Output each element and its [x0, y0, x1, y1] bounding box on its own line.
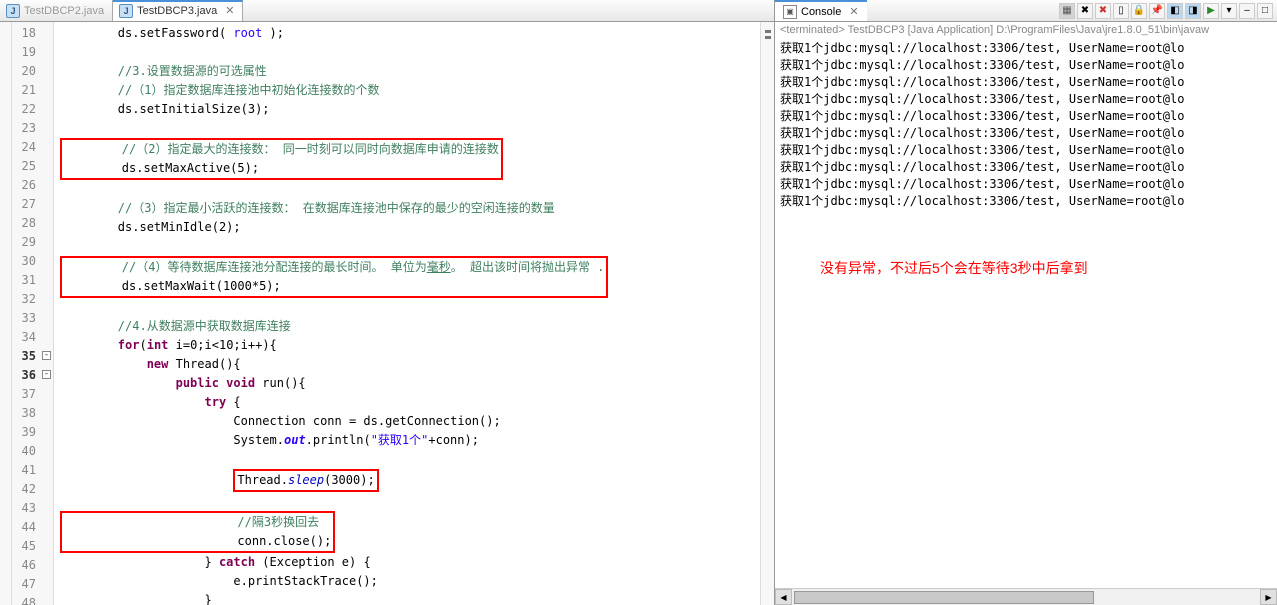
- open-console-icon[interactable]: ▶: [1203, 3, 1219, 19]
- show-std-err-icon[interactable]: ◨: [1185, 3, 1201, 19]
- horizontal-scrollbar[interactable]: ◀ ▶: [775, 588, 1277, 605]
- console-output-line: 获取1个jdbc:mysql://localhost:3306/test, Us…: [780, 142, 1272, 159]
- fold-column[interactable]: --: [40, 22, 54, 605]
- console-icon: ▣: [783, 5, 797, 19]
- console-output-line: 获取1个jdbc:mysql://localhost:3306/test, Us…: [780, 40, 1272, 57]
- console-output[interactable]: 获取1个jdbc:mysql://localhost:3306/test, Us…: [775, 38, 1277, 588]
- clear-icon[interactable]: ▯: [1113, 3, 1129, 19]
- tab-2[interactable]: J TestDBCP3.java ✕: [113, 0, 243, 21]
- marker-column: [0, 22, 12, 605]
- console-output-line: 获取1个jdbc:mysql://localhost:3306/test, Us…: [780, 125, 1272, 142]
- close-icon[interactable]: ✕: [849, 5, 858, 18]
- tab-2-label: TestDBCP3.java: [137, 5, 217, 17]
- console-pane: ▣ Console ✕ ▦ ✖ ✖ ▯ 🔒 📌 ◧ ◨ ▶ ▾ – □ <ter…: [775, 0, 1277, 605]
- console-output-line: 获取1个jdbc:mysql://localhost:3306/test, Us…: [780, 91, 1272, 108]
- tab-1-label: TestDBCP2.java: [24, 5, 104, 17]
- code-area[interactable]: ds.setFassword( root ); //3.设置数据源的可选属性 /…: [54, 22, 760, 605]
- java-file-icon: J: [6, 4, 20, 18]
- console-output-line: 获取1个jdbc:mysql://localhost:3306/test, Us…: [780, 176, 1272, 193]
- maximize-icon[interactable]: □: [1257, 3, 1273, 19]
- annotation-text: 没有异常，不过后5个会在等待3秒中后拿到: [820, 260, 1272, 277]
- console-output-line: 获取1个jdbc:mysql://localhost:3306/test, Us…: [780, 108, 1272, 125]
- console-tab-bar: ▣ Console ✕ ▦ ✖ ✖ ▯ 🔒 📌 ◧ ◨ ▶ ▾ – □: [775, 0, 1277, 22]
- terminate-icon[interactable]: ✖: [1095, 3, 1111, 19]
- remove-all-icon[interactable]: ✖: [1077, 3, 1093, 19]
- scroll-left-icon[interactable]: ◀: [775, 589, 792, 605]
- console-output-line: 获取1个jdbc:mysql://localhost:3306/test, Us…: [780, 193, 1272, 210]
- editor-tab-bar: J TestDBCP2.java J TestDBCP3.java ✕: [0, 0, 774, 22]
- close-icon[interactable]: ✕: [225, 4, 234, 17]
- java-file-icon: J: [119, 4, 133, 18]
- show-std-out-icon[interactable]: ◧: [1167, 3, 1183, 19]
- minimize-icon[interactable]: –: [1239, 3, 1255, 19]
- editor-pane: J TestDBCP2.java J TestDBCP3.java ✕ 1819…: [0, 0, 775, 605]
- console-output-line: 获取1个jdbc:mysql://localhost:3306/test, Us…: [780, 159, 1272, 176]
- pin-icon[interactable]: 📌: [1149, 3, 1165, 19]
- editor-body[interactable]: 1819202122232425262728293031323334353637…: [0, 22, 774, 605]
- scrollbar-thumb[interactable]: [794, 591, 1094, 604]
- remove-launch-icon[interactable]: ▦: [1059, 3, 1075, 19]
- overview-ruler[interactable]: [760, 22, 774, 605]
- display-selected-icon[interactable]: ▾: [1221, 3, 1237, 19]
- console-title: Console: [801, 6, 841, 18]
- scroll-lock-icon[interactable]: 🔒: [1131, 3, 1147, 19]
- process-line: <terminated> TestDBCP3 [Java Application…: [775, 22, 1277, 38]
- console-tab[interactable]: ▣ Console ✕: [775, 0, 867, 21]
- tab-1[interactable]: J TestDBCP2.java: [0, 0, 113, 21]
- scroll-right-icon[interactable]: ▶: [1260, 589, 1277, 605]
- console-output-line: 获取1个jdbc:mysql://localhost:3306/test, Us…: [780, 57, 1272, 74]
- line-numbers: 1819202122232425262728293031323334353637…: [12, 22, 40, 605]
- console-toolbar: ▦ ✖ ✖ ▯ 🔒 📌 ◧ ◨ ▶ ▾ – □: [1059, 3, 1277, 19]
- console-output-line: 获取1个jdbc:mysql://localhost:3306/test, Us…: [780, 74, 1272, 91]
